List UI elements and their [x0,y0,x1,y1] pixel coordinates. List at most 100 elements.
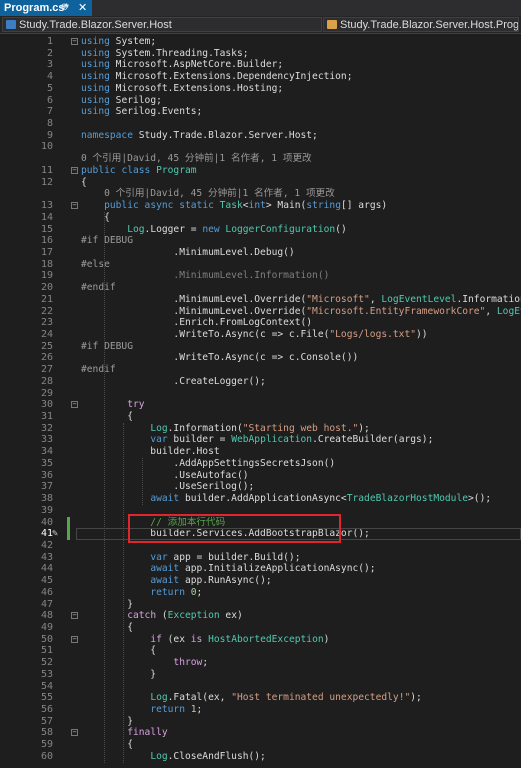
line-number: 19 [40,270,53,282]
line-number: 48 [40,610,53,622]
code-line[interactable]: 31 { [0,411,521,423]
collapse-toggle-icon[interactable]: − [71,729,78,737]
line-number: 24 [40,329,53,340]
code-text: await app.InitializeApplicationAsync(); [150,563,376,575]
code-line[interactable]: 36 .UseAutofac() [0,470,521,482]
code-text: using Serilog.Events; [81,106,203,118]
line-number: 44 [40,563,53,575]
code-line[interactable]: 17 .MinimumLevel.Debug() [0,247,521,259]
code-line[interactable]: 45 await app.RunAsync(); [0,575,521,587]
code-line[interactable]: 50 − if (ex is HostAbortedException) [0,634,521,646]
line-number: 55 [40,692,53,704]
collapse-toggle-icon[interactable]: − [71,38,78,45]
line-number: 10 [40,141,53,153]
project-dropdown[interactable]: Study.Trade.Blazor.Server.Host [2,17,322,32]
line-number: 2 [46,47,53,59]
collapse-toggle-icon[interactable]: − [71,635,78,643]
code-line[interactable]: 14 { [0,212,521,224]
code-line[interactable]: 35 .AddAppSettingsSecretsJson() [0,458,521,470]
change-indicator [67,528,70,540]
code-line[interactable]: 33 var builder = WebApplication.CreateBu… [0,434,521,446]
quick-actions-brush-icon[interactable]: ✎ [52,529,62,539]
code-line[interactable]: 19 .MinimumLevel.Information() [0,270,521,282]
collapse-toggle-icon[interactable]: − [71,401,78,409]
code-line[interactable]: 11 − public class Program [0,165,521,177]
code-line[interactable]: 1 − using System; [0,36,521,48]
code-line[interactable]: 49 { [0,622,521,634]
code-line[interactable]: 7 using Serilog.Events; [0,106,521,118]
code-text: var builder = WebApplication.CreateBuild… [150,434,434,446]
code-text: .MinimumLevel.Override("Microsoft", LogE… [81,293,521,305]
code-line[interactable]: 10 [0,141,521,153]
code-line[interactable]: 30 − try [0,399,521,411]
code-text: throw; [173,657,209,669]
code-text: using System; [81,36,157,47]
pin-icon[interactable]: ⊕ [60,0,68,16]
line-number: 5 [46,82,53,94]
code-line[interactable]: 28 .CreateLogger(); [0,376,521,388]
code-line[interactable]: 55 Log.Fatal(ex, "Host terminated unexpe… [0,692,521,704]
code-text: .UseAutofac() [81,469,249,481]
close-icon[interactable]: ✕ [78,0,87,16]
code-line[interactable]: 8 [0,118,521,130]
code-text: public class Program [81,164,197,176]
code-text: } [81,668,157,680]
code-line[interactable]: 51 { [0,645,521,657]
codelens-info[interactable]: 0 个引用|David, 45 分钟前|1 名作者, 1 项更改 [81,153,312,165]
code-line[interactable]: 34 builder.Host [0,446,521,458]
code-line[interactable]: 4 using Microsoft.Extensions.DependencyIn… [0,71,521,83]
line-number: 58 [40,727,53,739]
line-number: 11 [40,164,53,176]
code-line[interactable]: 59 { [0,739,521,751]
line-number: 31 [40,411,53,423]
code-text: using System.Threading.Tasks; [81,47,249,59]
line-number: 38 [40,493,53,505]
code-line[interactable]: 9 namespace Study.Trade.Blazor.Server.Hos… [0,130,521,142]
code-editor[interactable]: 1− using System; 2 using System.Threading.T… [0,34,521,768]
line-number: 60 [40,750,53,762]
code-line[interactable]: 53 } [0,669,521,681]
code-line[interactable]: 43 var app = builder.Build(); [0,552,521,564]
collapse-toggle-icon[interactable]: − [71,166,78,174]
code-line[interactable]: 58 − finally [0,727,521,739]
line-number: 26 [40,352,53,364]
collapse-toggle-icon[interactable]: − [71,612,78,620]
code-line[interactable]: 46 return 0; [0,587,521,599]
code-line[interactable]: 56 return 1; [0,704,521,716]
code-line[interactable]: 38 await builder.AddApplicationAsync<Tra… [0,493,521,505]
code-text: builder.Host [81,446,220,458]
code-line[interactable]: 47 } [0,599,521,611]
code-line[interactable]: 54 [0,681,521,693]
code-line[interactable]: 60 Log.CloseAndFlush(); [0,751,521,763]
code-text: #else [81,258,110,270]
code-line[interactable]: 12 { [0,177,521,189]
code-line[interactable]: 29 [0,388,521,400]
code-line[interactable]: 2 using System.Threading.Tasks; [0,48,521,60]
code-line[interactable]: 26 .WriteTo.Async(c => c.Console()) [0,352,521,364]
code-text: .WriteTo.Async(c => c.File("Logs/logs.tx… [81,329,428,340]
codelens-info[interactable]: 0 个引用|David, 45 分钟前|1 名作者, 1 项更改 [81,188,335,200]
code-line[interactable]: 25 #if DEBUG [0,341,521,353]
code-line[interactable]: 3 using Microsoft.AspNetCore.Builder; [0,59,521,71]
type-dropdown[interactable]: Study.Trade.Blazor.Server.Host.Program [323,17,519,32]
code-line[interactable]: 27 #endif [0,364,521,376]
tab-program-cs[interactable]: Program.cs* ⊕ ✕ [0,0,92,16]
code-line[interactable]: 6 using Serilog; [0,95,521,107]
code-line[interactable]: 5 using Microsoft.Extensions.Hosting; [0,83,521,95]
code-line[interactable]: 32 Log.Information("Starting web host.")… [0,423,521,435]
code-line[interactable]: 52 throw; [0,657,521,669]
code-line[interactable]: 23 .Enrich.FromLogContext() [0,317,521,329]
code-line[interactable]: 16 #if DEBUG [0,235,521,247]
code-line[interactable]: 20 #endif [0,282,521,294]
code-line[interactable]: 24 .WriteTo.Async(c => c.File("Logs/logs… [0,329,521,341]
code-line[interactable]: 22 .MinimumLevel.Override("Microsoft.Ent… [0,306,521,318]
code-line[interactable]: 21 .MinimumLevel.Override("Microsoft", L… [0,294,521,306]
code-line[interactable]: 48 − catch (Exception ex) [0,610,521,622]
code-line[interactable]: 37 .UseSerilog(); [0,481,521,493]
code-line[interactable]: 44 await app.InitializeApplicationAsync(… [0,563,521,575]
collapse-toggle-icon[interactable]: − [71,202,78,210]
code-line[interactable]: 13 − public async static Task<int> Main(s… [0,200,521,212]
code-line[interactable]: 18 #else [0,259,521,271]
code-line[interactable]: 57 } [0,716,521,728]
code-line[interactable]: 15 Log.Logger = new LoggerConfiguration(… [0,224,521,236]
